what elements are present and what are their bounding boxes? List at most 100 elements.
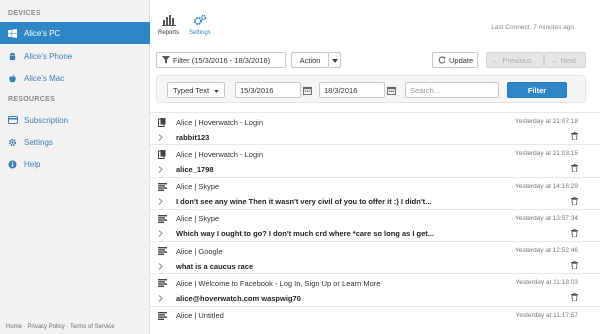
text-lines-icon <box>158 182 170 191</box>
sidebar-item-label: Alice's Phone <box>24 51 73 61</box>
chevron-right-icon[interactable] <box>158 295 170 302</box>
update-label: Update <box>449 55 474 65</box>
trash-icon[interactable] <box>571 196 578 205</box>
devices-heading: DEVICES <box>8 10 41 17</box>
settings-label: Settings <box>189 30 211 36</box>
sidebar-item-help[interactable]: Help <box>0 153 150 175</box>
last-connect-status: Last Connect: 7 minutes ago <box>491 24 574 31</box>
chevron-right-icon[interactable] <box>158 198 170 205</box>
trash-icon[interactable] <box>571 293 578 302</box>
text-lines-icon <box>158 311 170 320</box>
sidebar-item-label: Alice's Mac <box>24 73 65 83</box>
update-button[interactable]: Update <box>432 52 478 68</box>
trash-icon[interactable] <box>571 132 578 140</box>
chevron-right-icon[interactable] <box>158 133 170 141</box>
sidebar-item-subscription[interactable]: Subscription <box>0 109 150 131</box>
entry-title: Alice | Skype <box>176 182 220 192</box>
trash-icon[interactable] <box>571 164 578 173</box>
next-button[interactable]: → Next <box>544 52 586 68</box>
sidebar-item-label: Help <box>24 159 41 169</box>
list-item: Alice | Untitled Yesterday at 11:17:57 <box>150 305 600 334</box>
clipboard-icon <box>158 117 170 127</box>
action-button[interactable]: Action <box>291 52 329 68</box>
settings-button[interactable]: Settings <box>189 14 211 36</box>
list-item: Alice | Google Yesterday at 12:52:46 wha… <box>150 241 600 273</box>
calendar-icon[interactable] <box>301 82 313 98</box>
sidebar-item-label: Settings <box>24 137 53 147</box>
reports-label: Reports <box>158 30 180 36</box>
entries-list: Alice | Hoverwatch - Login Yesterday at … <box>150 112 600 334</box>
list-item: Alice | Skype Yesterday at 13:57:34 Whic… <box>150 208 600 241</box>
text-lines-icon <box>158 214 170 223</box>
list-item: Alice | Hoverwatch - Login Yesterday at … <box>150 112 600 144</box>
entry-content: alice@hoverwatch.com waspwig70 <box>176 293 301 303</box>
resources-heading: RESOURCES <box>8 96 56 103</box>
chevron-right-icon[interactable] <box>158 165 170 173</box>
text-lines-icon <box>158 247 170 256</box>
card-icon <box>8 116 20 124</box>
home-link[interactable]: Home <box>6 324 22 330</box>
entry-content: alice_1798 <box>176 164 214 174</box>
filter-icon <box>162 56 170 64</box>
apple-icon <box>8 73 20 83</box>
entry-title: Alice | Hoverwatch - Login <box>176 149 263 159</box>
footer-separator: · <box>66 324 69 330</box>
sidebar-item-alices-pc[interactable]: Alice's PC <box>0 22 150 44</box>
chevron-right-icon[interactable] <box>158 262 170 270</box>
entry-title: Alice | Hoverwatch - Login <box>176 117 263 127</box>
list-item: Alice | Hoverwatch - Login Yesterday at … <box>150 144 600 176</box>
gear-icon <box>8 138 20 147</box>
footer-separator: · <box>23 324 26 330</box>
privacy-policy-link[interactable]: Privacy Policy <box>27 324 64 330</box>
caret-down-icon <box>214 86 219 95</box>
bar-chart-icon <box>161 14 176 28</box>
entry-timestamp: Yesterday at 11:17:57 <box>515 311 578 319</box>
entry-timestamp: Yesterday at 21:03:15 <box>514 150 578 158</box>
windows-icon <box>8 28 20 38</box>
info-icon <box>8 159 20 169</box>
search-input[interactable] <box>405 82 499 98</box>
filter-range-button[interactable]: Filter (15/3/2016 - 18/3/2016) <box>156 52 286 68</box>
type-select[interactable]: Typed Text <box>167 82 225 98</box>
sidebar-item-settings[interactable]: Settings <box>0 131 150 153</box>
entry-content: Which way I ought to go? I don't much cr… <box>176 229 435 239</box>
entry-timestamp: Yesterday at 14:16:29 <box>514 182 578 190</box>
entry-title: Alice | Welcome to Facebook - Log In, Si… <box>176 278 381 288</box>
android-icon <box>8 52 20 61</box>
sidebar-item-alices-phone[interactable]: Alice's Phone <box>0 45 150 67</box>
filter-panel: Typed Text 15/3/2016 18/3/2016 Filter <box>156 75 586 103</box>
list-item: Alice | Skype Yesterday at 14:16:29 I do… <box>150 176 600 209</box>
date-to-field[interactable]: 18/3/2016 <box>319 82 385 98</box>
trash-icon[interactable] <box>571 228 578 237</box>
entry-timestamp: Yesterday at 21:07:18 <box>514 118 578 125</box>
calendar-icon[interactable] <box>385 82 397 98</box>
date-from-field[interactable]: 15/3/2016 <box>235 82 301 98</box>
gears-icon <box>193 14 207 28</box>
sidebar: DEVICES Alice's PC Alice's Phone Alice's… <box>0 0 150 334</box>
sidebar-footer: Home · Privacy Policy · Terms of Service <box>6 324 115 330</box>
entry-timestamp: Yesterday at 12:52:46 <box>514 247 578 255</box>
chevron-right-icon[interactable] <box>158 230 170 238</box>
sidebar-item-label: Subscription <box>24 115 69 125</box>
filter-button[interactable]: Filter <box>507 82 567 98</box>
caret-down-icon <box>331 56 338 65</box>
entry-timestamp: Yesterday at 13:57:34 <box>514 214 578 222</box>
type-select-value: Typed Text <box>173 85 210 95</box>
previous-label: Previous <box>502 55 532 65</box>
entry-title: Alice | Google <box>176 246 223 256</box>
reports-button[interactable]: Reports <box>158 14 179 36</box>
next-label: Next <box>560 55 576 65</box>
entry-title: Alice | Skype <box>176 214 220 224</box>
entry-content: I don't see any wine Then it wasn't very… <box>176 197 432 207</box>
entry-content: rabbit123 <box>176 132 210 142</box>
entry-timestamp: Yesterday at 11:18:03 <box>515 279 578 287</box>
trash-icon[interactable] <box>571 261 578 270</box>
arrow-right-icon: → <box>550 55 558 65</box>
clipboard-icon <box>158 149 170 159</box>
main-content: Reports Settings Last Connect: 7 minutes… <box>150 0 600 334</box>
sidebar-item-alices-mac[interactable]: Alice's Mac <box>0 67 150 89</box>
filter-range-label: Filter (15/3/2016 - 18/3/2016) <box>173 55 271 65</box>
action-dropdown-toggle[interactable] <box>329 52 341 68</box>
terms-of-service-link[interactable]: Terms of Service <box>70 324 115 330</box>
previous-button[interactable]: ← Previous <box>486 52 544 68</box>
